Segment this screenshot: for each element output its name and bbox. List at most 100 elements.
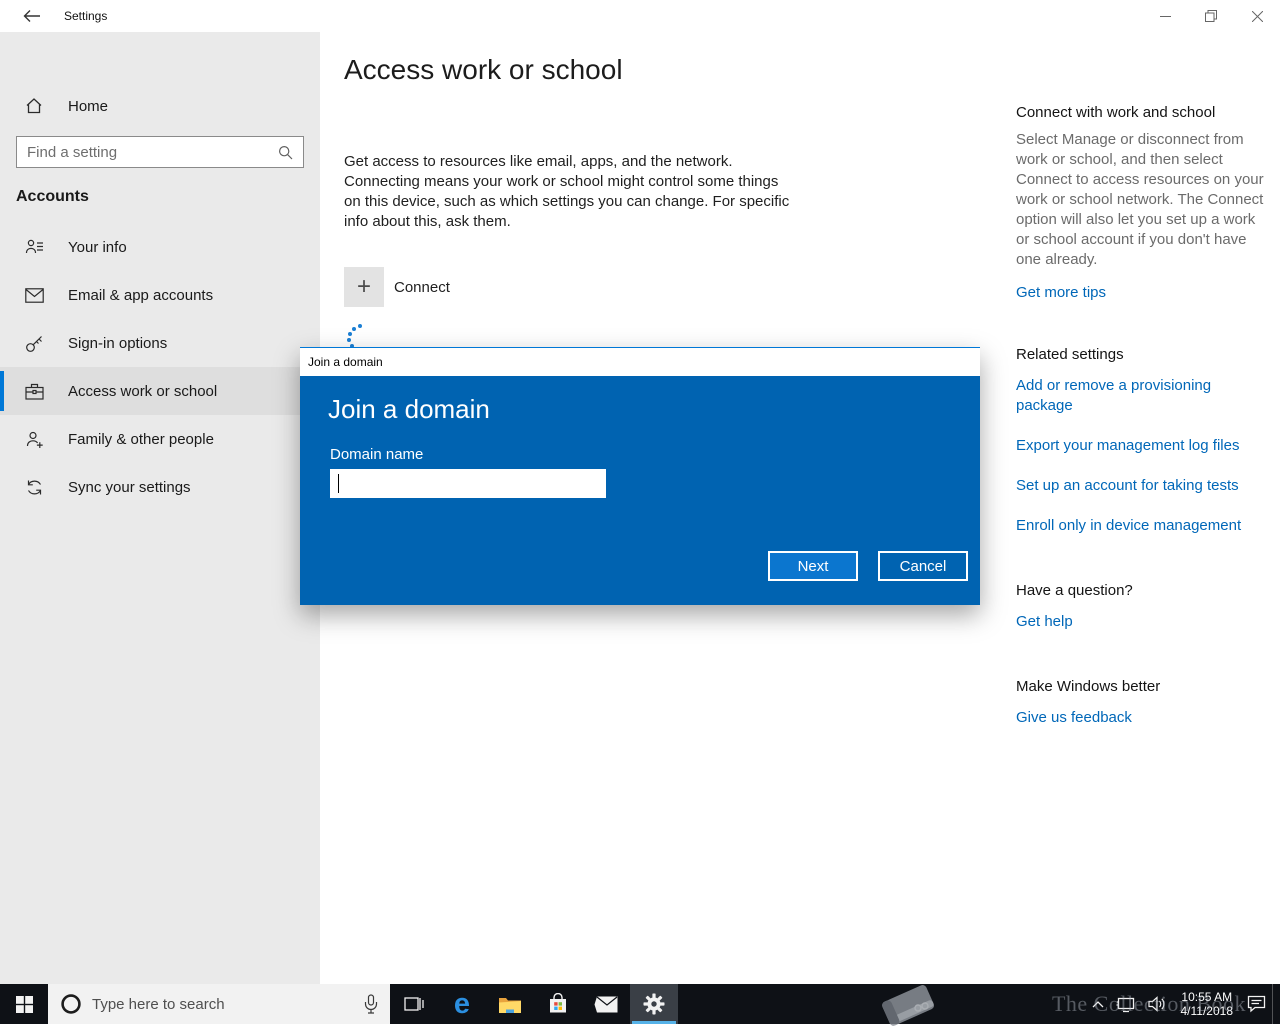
restore-icon: [1205, 10, 1217, 22]
store-icon: [547, 993, 569, 1015]
sidebar: Home Accounts Your info Email & app acco…: [0, 32, 320, 984]
related-settings-heading: Related settings: [1016, 346, 1266, 363]
taskbar-clock[interactable]: 10:55 AM 4/11/2018: [1173, 990, 1242, 1018]
next-button[interactable]: Next: [768, 551, 858, 581]
search-input[interactable]: [17, 144, 278, 161]
get-help-link[interactable]: Get help: [1016, 612, 1266, 632]
file-explorer-icon: [498, 995, 522, 1014]
hidden-icons-button[interactable]: [1086, 984, 1110, 1024]
close-button[interactable]: [1234, 0, 1280, 32]
start-button[interactable]: [0, 984, 48, 1024]
back-arrow-icon: [23, 9, 41, 23]
search-icon[interactable]: [278, 145, 293, 160]
back-button[interactable]: [12, 0, 52, 32]
dialog-heading: Join a domain: [328, 394, 490, 425]
maximize-button[interactable]: [1188, 0, 1234, 32]
sidebar-item-sync-your-settings[interactable]: Sync your settings: [0, 463, 320, 511]
sync-icon: [24, 477, 44, 497]
cancel-button-label: Cancel: [900, 558, 947, 575]
plus-icon: +: [344, 267, 384, 307]
give-us-feedback-link[interactable]: Give us feedback: [1016, 708, 1266, 728]
connect-button-label: Connect: [394, 279, 450, 296]
help-heading: Connect with work and school: [1016, 104, 1266, 121]
network-tray-button[interactable]: [1110, 984, 1142, 1024]
domain-name-input[interactable]: [330, 469, 606, 498]
sidebar-item-access-work-or-school[interactable]: Access work or school: [0, 367, 320, 415]
watermark-book-logo: [874, 982, 944, 1028]
join-domain-dialog: Join a domain Join a domain Domain name …: [300, 347, 980, 605]
taskbar-app-mail[interactable]: [582, 984, 630, 1024]
key-icon: [24, 333, 44, 353]
page-title: Access work or school: [344, 54, 623, 86]
dialog-window-title: Join a domain: [308, 355, 383, 369]
task-view-button[interactable]: [390, 984, 438, 1024]
sidebar-item-label: Your info: [68, 239, 127, 256]
home-icon: [24, 96, 44, 116]
domain-name-field[interactable]: [330, 469, 606, 498]
text-caret: [338, 474, 339, 493]
sidebar-item-label: Sync your settings: [68, 479, 191, 496]
sidebar-item-label: Access work or school: [68, 383, 217, 400]
sidebar-item-label: Email & app accounts: [68, 287, 213, 304]
accounts-section-heading: Accounts: [16, 188, 89, 206]
sidebar-item-label: Family & other people: [68, 431, 214, 448]
get-more-tips-link[interactable]: Get more tips: [1016, 283, 1266, 303]
close-icon: [1252, 11, 1263, 22]
device-management-link[interactable]: Enroll only in device management: [1016, 516, 1266, 536]
sidebar-item-your-info[interactable]: Your info: [0, 223, 320, 271]
dialog-body: Join a domain Domain name Next Cancel: [300, 376, 980, 605]
person-add-icon: [24, 429, 44, 449]
cancel-button[interactable]: Cancel: [878, 551, 968, 581]
dialog-title-bar[interactable]: Join a domain: [300, 348, 980, 376]
briefcase-icon: [24, 381, 44, 401]
action-center-icon: [1247, 995, 1266, 1013]
task-view-icon: [404, 995, 424, 1013]
title-bar: Settings: [0, 0, 1280, 32]
taskbar: e: [0, 984, 1280, 1024]
help-text: Select Manage or disconnect from work or…: [1016, 130, 1266, 270]
windows-logo-icon: [16, 996, 33, 1013]
volume-tray-button[interactable]: [1142, 984, 1173, 1024]
sidebar-item-family-other-people[interactable]: Family & other people: [0, 415, 320, 463]
system-tray: 10:55 AM 4/11/2018: [1086, 984, 1280, 1024]
taskbar-search-box[interactable]: [48, 984, 390, 1024]
test-taking-account-link[interactable]: Set up an account for taking tests: [1016, 476, 1266, 496]
taskbar-app-store[interactable]: [534, 984, 582, 1024]
export-log-files-link[interactable]: Export your management log files: [1016, 436, 1266, 456]
settings-window: Settings Home: [0, 0, 1280, 1024]
connect-button[interactable]: + Connect: [344, 267, 450, 307]
minimize-icon: [1160, 11, 1171, 22]
provisioning-package-link[interactable]: Add or remove a provisioning package: [1016, 376, 1266, 416]
find-setting-searchbox[interactable]: [16, 136, 304, 168]
cortana-icon: [60, 993, 82, 1015]
sidebar-item-email-app-accounts[interactable]: Email & app accounts: [0, 271, 320, 319]
taskbar-app-file-explorer[interactable]: [486, 984, 534, 1024]
sidebar-nav: Your info Email & app accounts Sign-in o…: [0, 223, 320, 511]
make-windows-better-heading: Make Windows better: [1016, 678, 1266, 695]
clock-time: 10:55 AM: [1181, 990, 1234, 1004]
mail-icon: [594, 996, 618, 1013]
person-id-icon: [24, 237, 44, 257]
sidebar-item-sign-in-options[interactable]: Sign-in options: [0, 319, 320, 367]
sidebar-home-label: Home: [68, 98, 108, 115]
envelope-icon: [24, 285, 44, 305]
sidebar-item-label: Sign-in options: [68, 335, 167, 352]
microphone-icon[interactable]: [364, 994, 378, 1014]
taskbar-app-settings[interactable]: [630, 984, 678, 1024]
taskbar-app-edge[interactable]: e: [438, 984, 486, 1024]
taskbar-search-input[interactable]: [92, 996, 364, 1013]
network-icon: [1116, 996, 1136, 1013]
window-title: Settings: [64, 0, 107, 32]
next-button-label: Next: [798, 558, 829, 575]
edge-icon: e: [454, 990, 470, 1019]
gear-icon: [642, 992, 666, 1016]
action-center-button[interactable]: [1241, 984, 1272, 1024]
show-desktop-button[interactable]: [1272, 984, 1280, 1024]
sidebar-item-home[interactable]: Home: [0, 88, 320, 124]
minimize-button[interactable]: [1142, 0, 1188, 32]
have-a-question-heading: Have a question?: [1016, 582, 1266, 599]
domain-name-label: Domain name: [330, 446, 423, 463]
clock-date: 4/11/2018: [1181, 1004, 1234, 1018]
speaker-icon: [1148, 996, 1167, 1012]
chevron-up-icon: [1092, 1000, 1104, 1008]
